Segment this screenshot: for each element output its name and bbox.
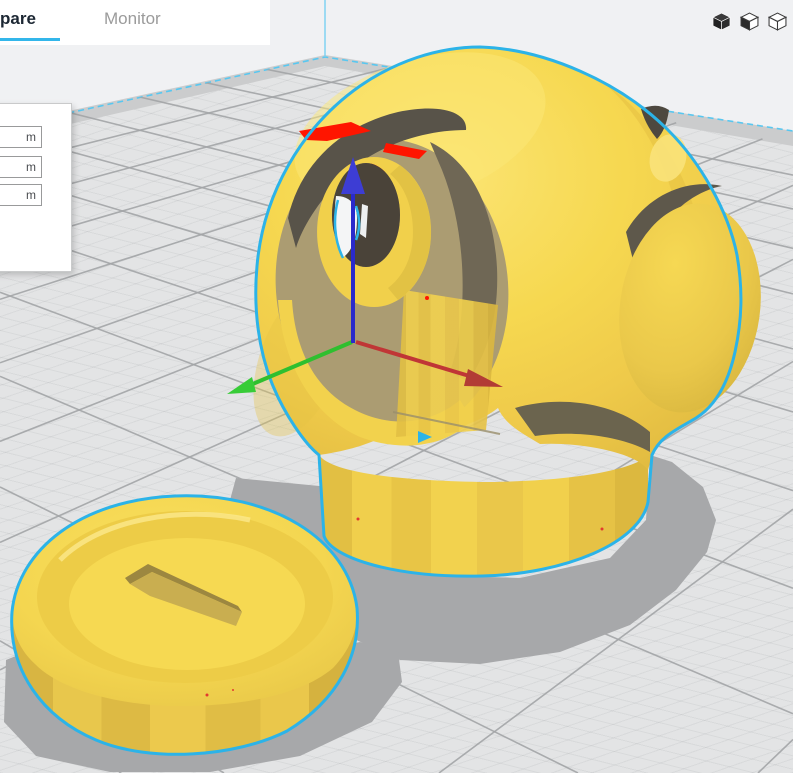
view-mode-icons <box>712 8 792 34</box>
solid-view-icon[interactable] <box>712 12 731 31</box>
move-x-input[interactable]: m <box>0 126 42 148</box>
model-cap[interactable] <box>10 494 359 756</box>
layer-view-icon[interactable] <box>768 11 787 31</box>
move-z-input[interactable]: m <box>0 184 42 206</box>
move-tool-panel: m m m <box>0 103 72 272</box>
stage-menu-bar: pare Monitor <box>0 0 270 45</box>
cura-prepare-screen: { "header": { "tabs": [ { "label": "pare… <box>0 0 793 773</box>
tab-monitor[interactable]: Monitor <box>104 9 161 29</box>
move-y-input[interactable]: m <box>0 156 42 178</box>
scene-3d-view <box>0 0 793 773</box>
tab-prepare[interactable]: pare <box>0 9 36 29</box>
green-arrowhead <box>227 377 256 394</box>
active-tab-underline <box>0 38 60 41</box>
xray-view-icon[interactable] <box>740 11 759 31</box>
